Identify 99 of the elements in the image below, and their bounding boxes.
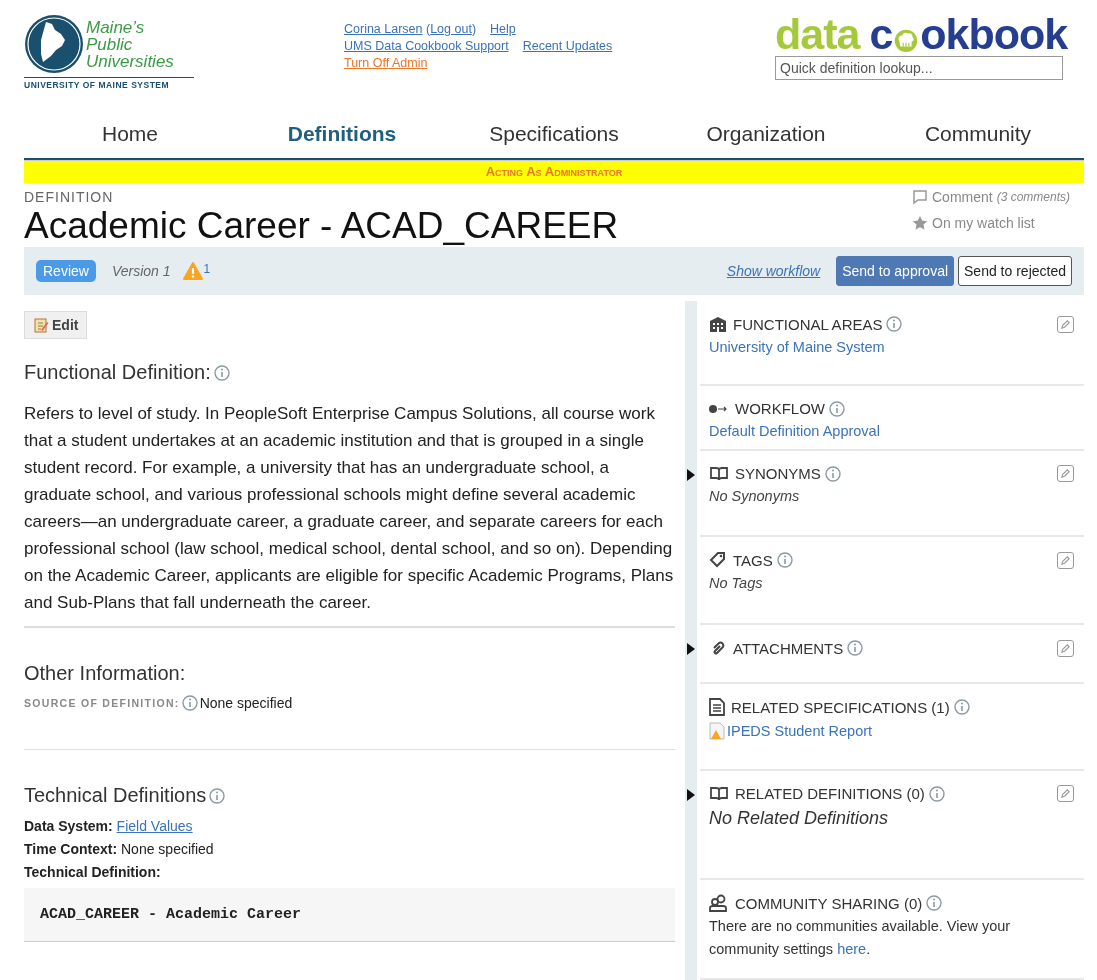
document-icon (709, 698, 725, 716)
info-icon (213, 364, 230, 381)
nav-tab[interactable]: Definitions (236, 122, 448, 146)
pencil-icon (1060, 468, 1071, 479)
nav-tab[interactable]: Home (24, 122, 236, 146)
status-badge: Review (36, 260, 96, 282)
pencil-edit-button[interactable] (1057, 551, 1074, 569)
show-workflow-link[interactable]: Show workflow (726, 263, 821, 279)
info-icon (824, 465, 841, 482)
workflow-icon (709, 403, 729, 414)
comment-link[interactable]: Comment (932, 189, 993, 205)
warning-count: 1 (203, 262, 211, 276)
field-label: Time Context: (24, 841, 118, 857)
empty-note: No Tags (709, 575, 763, 591)
pencil-edit-button[interactable] (1057, 465, 1074, 482)
notepad-icon (33, 317, 49, 333)
nav-tab[interactable]: Community (872, 122, 1084, 146)
edit-button[interactable]: Edit (24, 311, 88, 339)
logo-text: c (869, 14, 893, 54)
panel-heading: RELATED SPECIFICATIONS (1) (731, 698, 950, 716)
panel-heading: RELATED DEFINITIONS (0) (735, 785, 925, 802)
definition-text: Refers to level of study. In PeopleSoft Enterprise Campus Solutions, all course work that a student undertakes at an academic institution and that is grouped in a single student record. For example, a university that has an undergraduate school, a graduate school, and various professional schools might define several academic careers—an undergraduate career, a graduate career, and separate careers for each professional school (law school, medical school, dental school, and so on). Depending on the Academic Career, applicants are eligible for specific Academic Programs, Plans and Sub-Plans that fall underneath the career. (24, 400, 675, 628)
logo-text: okbook (920, 14, 1068, 54)
panel-heading: ATTACHMENTS (733, 639, 844, 657)
logo-subtitle: UNIVERSITY OF MAINE SYSTEM (24, 77, 194, 90)
paren-text: ) (471, 22, 477, 36)
field-label: Technical Definition: (24, 864, 161, 880)
panel-link[interactable]: Default Definition Approval (709, 423, 880, 439)
section-heading: Other Information: (24, 662, 186, 685)
state-map-logo-icon (24, 14, 84, 74)
section-heading: Technical Definitions (24, 784, 207, 807)
expand-arrow-icon[interactable] (687, 469, 695, 481)
reject-button[interactable]: Send to rejected (958, 256, 1072, 286)
admin-toggle-link[interactable]: Turn Off Admin (344, 56, 428, 70)
section-heading: Functional Definition: (24, 361, 211, 384)
updates-link[interactable]: Recent Updates (522, 39, 613, 53)
info-icon (928, 785, 945, 802)
admin-banner: Acting As Administrator (24, 160, 1084, 183)
page-kicker: DEFINITION (24, 189, 115, 205)
building-icon (709, 315, 727, 333)
warning-icon (182, 262, 203, 280)
info-icon (847, 640, 864, 656)
panel-link[interactable]: University of Maine System (709, 339, 885, 355)
pencil-edit-button[interactable] (1057, 315, 1074, 333)
support-link[interactable]: UMS Data Cookbook Support (344, 39, 509, 53)
info-icon (776, 552, 793, 568)
info-icon (209, 787, 226, 804)
book-icon (709, 785, 729, 802)
pencil-edit-button[interactable] (1057, 785, 1074, 802)
pencil-icon (1060, 788, 1071, 799)
specification-link[interactable]: IPEDS Student Report (727, 723, 873, 739)
nav-tab[interactable]: Organization (660, 122, 872, 146)
empty-note: No Related Definitions (709, 808, 889, 828)
logo-text: Maine’s (86, 18, 146, 36)
code-block: ACAD_CAREER - Academic Career (24, 888, 675, 942)
pencil-icon (1060, 318, 1071, 330)
book-icon (709, 465, 729, 482)
star-icon (912, 215, 928, 231)
panel-heading: WORKFLOW (735, 400, 825, 417)
logo-text: Universities (86, 52, 174, 70)
expand-arrow-icon[interactable] (687, 643, 695, 655)
pencil-edit-button[interactable] (1057, 639, 1074, 657)
expand-arrow-icon[interactable] (687, 789, 695, 801)
tag-icon (709, 551, 727, 569)
nav-tab[interactable]: Specifications (448, 122, 660, 146)
field-value: None specified (121, 841, 214, 857)
version-label: Version 1 (111, 263, 171, 279)
settings-link[interactable]: here (837, 941, 867, 957)
warning-file-icon (709, 722, 725, 740)
info-icon (886, 316, 903, 332)
panel-heading: TAGS (733, 551, 773, 569)
empty-note: No Synonyms (709, 488, 800, 504)
page-title: Academic Career - ACAD_CAREER (24, 205, 620, 247)
logo-text: data (775, 14, 860, 54)
logout-link[interactable]: Log out (430, 22, 472, 36)
panel-heading: FUNCTIONAL AREAS (733, 315, 883, 333)
info-icon (829, 400, 845, 417)
data-system-link[interactable]: Field Values (116, 818, 193, 834)
info-icon (953, 699, 970, 715)
panel-heading: SYNONYMS (735, 465, 821, 482)
speech-bubble-icon (912, 189, 928, 205)
help-link[interactable]: Help (490, 22, 516, 36)
field-value: None specified (199, 695, 293, 711)
pencil-icon (1060, 642, 1071, 654)
watch-list-label[interactable]: On my watch list (932, 215, 1035, 231)
field-label: Data System: (24, 818, 113, 834)
search-field[interactable]: Quick definition lookup... (775, 56, 1063, 80)
paren-text: ( (426, 22, 431, 36)
comment-count: (3 comments) (996, 190, 1071, 204)
approve-button[interactable]: Send to approval (836, 256, 955, 286)
pencil-icon (1060, 554, 1071, 566)
people-icon (709, 894, 729, 912)
panel-heading: COMMUNITY SHARING (0) (735, 894, 923, 912)
user-link[interactable]: Corina Larsen (344, 22, 423, 36)
field-label: SOURCE OF DEFINITION: (24, 697, 180, 709)
info-icon (926, 895, 943, 911)
info-icon (181, 695, 198, 711)
community-note: There are no communities available. View your community settings here. (709, 917, 1012, 959)
logo-text: Public (86, 35, 134, 53)
